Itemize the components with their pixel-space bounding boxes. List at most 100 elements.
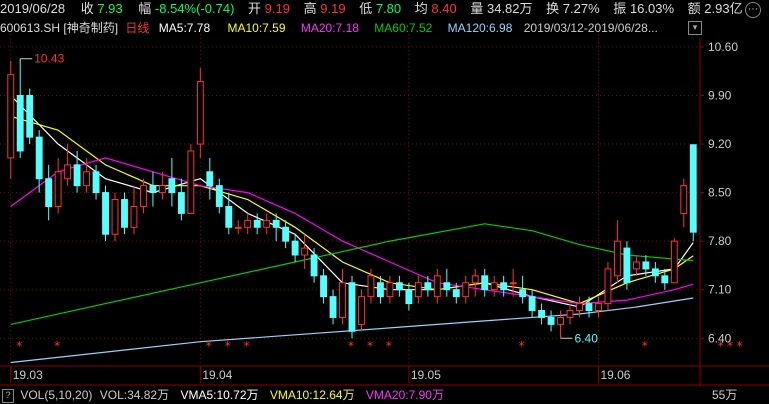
candle-down	[215, 185, 223, 207]
candle-down	[661, 275, 669, 284]
vol-value: VOL:34.82万	[99, 388, 170, 402]
candle-down	[225, 205, 233, 228]
candle-up	[576, 303, 583, 312]
candle-up	[158, 185, 166, 194]
time-tick-label: 19.05	[411, 368, 441, 382]
signal-star: *	[206, 339, 212, 353]
candle-down	[424, 282, 432, 291]
signal-star: *	[367, 339, 373, 353]
candle-up	[64, 164, 72, 180]
candle-up	[604, 268, 612, 305]
candle-up	[244, 219, 252, 228]
price-tick-label: 7.10	[708, 283, 732, 297]
candle-up	[471, 275, 479, 284]
candle-down	[282, 226, 290, 242]
candle-up	[433, 275, 441, 298]
candle-up	[490, 282, 498, 291]
time-tick-label: 19.06	[600, 368, 630, 382]
signal-star: *	[225, 339, 231, 353]
vol-label: VOL(5,10,20)	[20, 388, 93, 402]
candle-down	[329, 296, 337, 318]
price-tick-label: 9.20	[708, 137, 732, 151]
time-tick-label: 19.03	[13, 368, 43, 382]
vma5-label: VMA5:10.72万	[180, 388, 259, 402]
signal-star: *	[727, 339, 733, 353]
price-tick-label: 9.90	[708, 88, 732, 102]
candle-up	[196, 81, 204, 145]
candle-up	[414, 282, 422, 298]
candle-down	[689, 144, 697, 233]
vma10-label: VMA10:12.64万	[269, 388, 355, 402]
candle-down	[121, 199, 128, 228]
candle-down	[623, 247, 631, 284]
candle-down	[443, 282, 451, 291]
candle-up	[566, 310, 574, 318]
time-tick-label: 19.04	[202, 368, 232, 382]
candle-down	[528, 296, 536, 312]
candle-down	[452, 289, 460, 298]
candle-down	[291, 240, 299, 256]
candle-down	[538, 310, 546, 318]
candle-down	[206, 171, 214, 187]
signal-star: *	[54, 339, 60, 353]
candle-down	[168, 178, 176, 194]
candle-up	[358, 296, 365, 325]
candle-down	[500, 282, 508, 291]
candle-up	[386, 282, 394, 298]
candle-up	[111, 199, 119, 235]
price-tick-label: 7.80	[708, 234, 732, 248]
candle-down	[405, 289, 413, 305]
candle-down	[92, 171, 100, 194]
candlestick-chart: 10.60 9.90 9.20 8.50 7.80 7.10 6.40 19.03 19.04 1…	[0, 34, 769, 386]
signal-star: *	[348, 339, 354, 353]
candle-down	[16, 94, 24, 152]
candle-up	[83, 171, 91, 187]
signal-star: *	[737, 339, 743, 353]
candle-down	[253, 219, 261, 228]
signal-star: *	[16, 339, 22, 353]
candle-up	[557, 316, 564, 325]
candle-down	[642, 261, 650, 270]
signal-star: *	[642, 339, 648, 353]
candle-down	[651, 268, 659, 277]
candle-down	[320, 275, 328, 298]
low-price-annotation: 6.40	[575, 331, 599, 345]
candle-down	[519, 289, 527, 298]
signal-star: *	[519, 339, 525, 353]
vma20-label: VMA20:7.90万	[365, 388, 444, 402]
candle-down	[149, 185, 157, 194]
signal-star: *	[244, 339, 250, 353]
candle-down	[26, 94, 34, 138]
candle-down	[102, 192, 109, 235]
candle-up	[130, 205, 138, 228]
candle-up	[301, 247, 309, 256]
signal-star: *	[718, 339, 724, 353]
candle-up	[613, 240, 621, 277]
candle-up	[7, 74, 15, 159]
candle-up	[462, 282, 470, 298]
candle-down	[35, 136, 43, 180]
help-icon[interactable]: ?	[2, 388, 14, 403]
signal-star: *	[386, 339, 392, 353]
candle-down	[45, 178, 53, 207]
high-price-annotation: 10.43	[34, 52, 64, 66]
candle-up	[187, 150, 195, 214]
candle-down	[73, 164, 81, 187]
candle-down	[585, 303, 593, 312]
candle-up	[670, 240, 678, 284]
candle-down	[177, 192, 185, 214]
candle-up	[632, 261, 640, 270]
candle-up	[509, 282, 517, 285]
candle-up	[234, 226, 242, 229]
candle-down	[272, 219, 280, 228]
price-tick-label: 10.60	[708, 40, 738, 54]
candle-down	[481, 275, 489, 291]
candle-up	[367, 275, 375, 298]
candle-up	[263, 219, 271, 228]
candle-up	[339, 282, 346, 318]
candle-down	[310, 254, 318, 277]
candle-up	[54, 171, 62, 207]
candle-down	[376, 282, 384, 298]
candle-down	[395, 282, 403, 291]
candle-up	[140, 185, 147, 207]
